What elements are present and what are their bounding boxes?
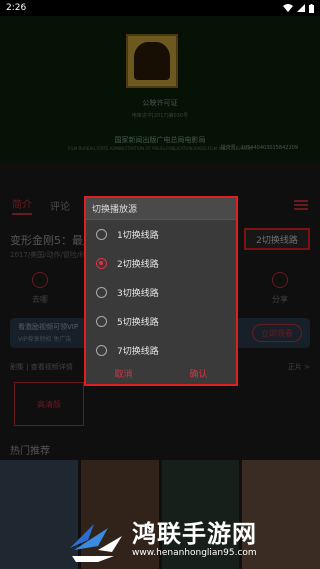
wifi-icon	[283, 4, 293, 12]
option-label: 5切换线路	[117, 318, 159, 328]
radio-icon	[96, 345, 107, 356]
app-screen: 2:26 公映许可证 电审进字[2017]第030号 国家新闻出版广电总局电影局…	[0, 0, 320, 569]
status-icons	[283, 3, 314, 13]
radio-icon	[96, 229, 107, 240]
dialog-actions: 取消 确认	[86, 367, 236, 380]
confirm-button[interactable]: 确认	[189, 367, 207, 380]
option-label: 2切换线路	[117, 260, 159, 270]
option-label: 3切换线路	[117, 289, 159, 299]
battery-icon	[309, 3, 314, 13]
watermark-logo-icon	[70, 524, 122, 562]
source-option[interactable]: 1切换线路	[86, 220, 236, 249]
switch-source-dialog: 切换播放源 1切换线路 2切换线路 3切换线路 5切换线路 7切换线路 取消 确…	[84, 196, 238, 386]
option-label: 7切换线路	[117, 347, 159, 357]
source-option[interactable]: 3切换线路	[86, 278, 236, 307]
option-label: 1切换线路	[117, 231, 159, 241]
source-option[interactable]: 2切换线路	[86, 249, 236, 278]
signal-icon	[297, 4, 305, 12]
radio-checked-icon	[96, 258, 107, 269]
dialog-title: 切换播放源	[86, 198, 236, 220]
radio-icon	[96, 287, 107, 298]
cancel-button[interactable]: 取消	[114, 367, 132, 380]
status-bar: 2:26	[0, 0, 320, 16]
watermark: 鸿联手游网 www.henanhonglian95.com	[68, 510, 320, 569]
watermark-name: 鸿联手游网	[132, 520, 257, 548]
status-time: 2:26	[6, 3, 27, 13]
watermark-url: www.henanhonglian95.com	[132, 548, 257, 558]
source-option[interactable]: 7切换线路	[86, 336, 236, 365]
radio-icon	[96, 316, 107, 327]
source-option[interactable]: 5切换线路	[86, 307, 236, 336]
